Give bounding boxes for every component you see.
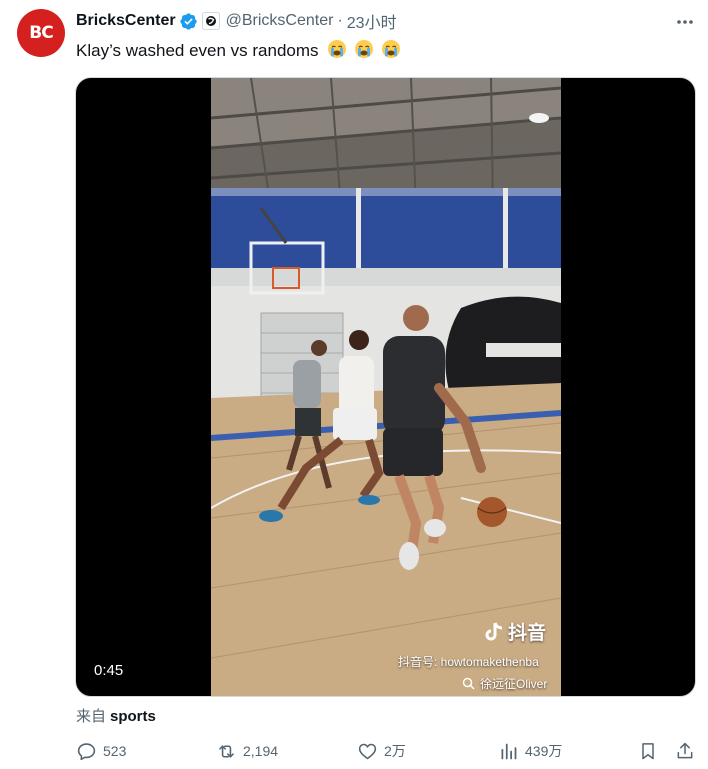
tiktok-watermark: 抖音 [484, 618, 546, 645]
source-prefix: 来自 [76, 708, 107, 725]
share-button[interactable] [673, 738, 697, 764]
more-options-icon[interactable] [672, 10, 698, 34]
crying-face-emoji-icon [355, 40, 374, 58]
action-bar: 523 2,194 2万 439万 [0, 738, 708, 764]
views-button[interactable]: 439万 [498, 738, 562, 764]
separator-dot: · [337, 12, 343, 29]
reply-icon [77, 742, 96, 760]
source-link[interactable]: sports [110, 708, 156, 725]
author-name[interactable]: BricksCenter [76, 12, 176, 30]
video-player[interactable]: 0:45 抖音 抖音号: howtomakethenba 徐远征Oliver [75, 77, 696, 697]
crying-face-emoji-icon [328, 40, 347, 58]
tiktok-app-name: 抖音 [508, 623, 547, 644]
avatar[interactable]: BC [17, 9, 65, 57]
tweet-time[interactable]: 23小时 [347, 9, 397, 33]
tweet-text: Klay’s washed even vs randoms [76, 39, 401, 63]
tweet-header: BricksCenter @BricksCenter · 23小时 [76, 10, 397, 32]
retweet-count: 2,194 [243, 743, 279, 759]
tweet-source: 来自 sports [76, 705, 156, 726]
retweet-button[interactable]: 2,194 [216, 738, 278, 764]
video-duration: 0:45 [94, 662, 124, 679]
avatar-logo-text: BC [29, 23, 53, 43]
like-button[interactable]: 2万 [357, 738, 406, 764]
reply-button[interactable]: 523 [76, 738, 126, 764]
verified-badge-icon [179, 12, 197, 30]
tweet-text-body: Klay’s washed even vs randoms [76, 41, 319, 60]
tiktok-search-hint: 徐远征Oliver [462, 675, 547, 692]
crying-face-emoji-icon [381, 40, 400, 58]
retweet-icon [219, 744, 234, 758]
author-handle[interactable]: @BricksCenter [226, 12, 334, 30]
tiktok-account-id: 抖音号: howtomakethenba [398, 655, 539, 669]
reply-count: 523 [103, 743, 127, 759]
bookmark-button[interactable] [636, 738, 660, 764]
video-frame-image [211, 78, 561, 696]
analytics-icon [501, 743, 517, 759]
bookmark-icon [642, 743, 654, 760]
tiktok-logo-icon [485, 621, 503, 640]
affiliate-badge-icon[interactable] [201, 12, 220, 30]
view-count: 439万 [525, 743, 563, 759]
share-icon [677, 742, 693, 759]
tiktok-search-text: 徐远征Oliver [480, 677, 548, 691]
heart-icon [358, 743, 377, 759]
search-icon [462, 677, 475, 690]
like-count: 2万 [384, 743, 406, 759]
